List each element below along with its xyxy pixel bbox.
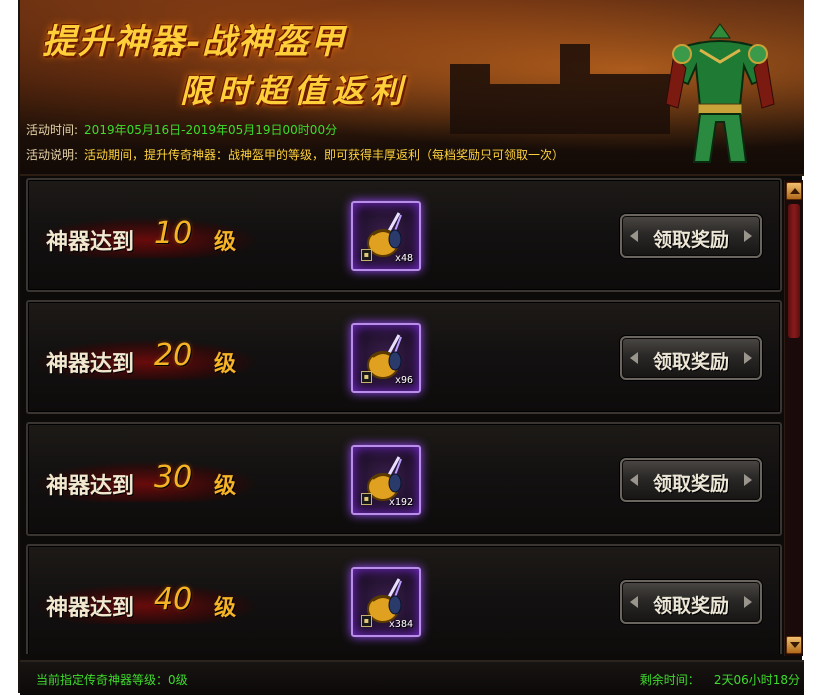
castle-silhouette: [560, 44, 590, 134]
tier-level-number: 30: [154, 460, 193, 495]
tier-level-number: 40: [154, 582, 193, 617]
tier-requirement: 神器达到 30 级: [36, 460, 256, 502]
remaining-time: 剩余时间： 2天06小时18分: [640, 671, 800, 688]
war-god-armor-icon: [660, 18, 780, 168]
castle-silhouette: [450, 64, 490, 134]
item-count: x48: [394, 253, 413, 264]
castle-silhouette: [590, 74, 670, 134]
current-artifact-level: 当前指定传奇神器等级：0级: [36, 673, 188, 687]
claim-reward-button[interactable]: 领取奖励: [620, 214, 762, 258]
tier-prefix: 神器达到: [46, 352, 135, 377]
reward-item-slot[interactable]: ▪ x48: [351, 201, 421, 271]
claim-reward-button[interactable]: 领取奖励: [620, 336, 762, 380]
lock-icon: ▪: [361, 249, 372, 261]
tier-level-unit: 级: [214, 474, 237, 499]
status-footer: 当前指定传奇神器等级：0级 剩余时间： 2天06小时18分: [20, 660, 804, 695]
remaining-time-label: 剩余时间：: [639, 673, 700, 687]
event-panel: 提升神器-战神盔甲 限时超值返利 活动时间: 2019年05月16日-2019年0…: [18, 0, 804, 695]
item-count: x192: [388, 497, 413, 508]
claim-reward-label: 领取奖励: [652, 473, 729, 495]
tier-prefix: 神器达到: [46, 474, 135, 499]
lock-icon: ▪: [361, 493, 372, 505]
tier-requirement: 神器达到 10 级: [36, 216, 256, 258]
lock-icon: ▪: [361, 371, 372, 383]
reward-item-slot[interactable]: ▪ x96: [351, 323, 421, 393]
item-count: x96: [394, 375, 413, 386]
tier-requirement: 神器达到 40 级: [36, 582, 256, 624]
scroll-up-arrow-icon[interactable]: [786, 182, 802, 200]
button-ornament-right: [744, 352, 752, 364]
button-ornament-right: [744, 474, 752, 486]
claim-reward-label: 领取奖励: [652, 595, 729, 617]
castle-silhouette: [490, 84, 560, 134]
tier-level-unit: 级: [214, 352, 237, 377]
lock-icon: ▪: [361, 615, 372, 627]
event-desc-row: 活动说明: 活动期间，提升传奇神器：战神盔甲的等级，即可获得丰厚返利（每档奖励只可…: [26, 146, 564, 163]
tier-level-unit: 级: [214, 230, 237, 255]
tier-level-number: 20: [154, 338, 193, 373]
event-time-value: 2019年05月16日-2019年05月19日00时00分: [84, 123, 338, 137]
claim-reward-button[interactable]: 领取奖励: [620, 580, 762, 624]
event-time-row: 活动时间: 2019年05月16日-2019年05月19日00时00分: [26, 121, 337, 138]
reward-tier-row: 神器达到 20 级 ▪ x96 领取奖励: [26, 300, 782, 414]
event-desc-label: 活动说明:: [26, 148, 79, 162]
scroll-down-arrow-icon[interactable]: [786, 636, 802, 654]
claim-reward-label: 领取奖励: [652, 229, 729, 251]
reward-tier-row: 神器达到 40 级 ▪ x384 领取奖励: [26, 544, 782, 654]
list-scrollbar[interactable]: [784, 180, 803, 656]
event-time-label: 活动时间:: [26, 123, 79, 137]
button-ornament-right: [744, 596, 752, 608]
remaining-time-value: 2天06小时18分: [713, 673, 800, 687]
event-banner: 提升神器-战神盔甲 限时超值返利 活动时间: 2019年05月16日-2019年0…: [20, 0, 804, 176]
tier-level-number: 10: [154, 216, 193, 251]
reward-tier-row: 神器达到 30 级 ▪ x192 领取奖励: [26, 422, 782, 536]
tier-prefix: 神器达到: [46, 230, 135, 255]
event-desc-value: 活动期间，提升传奇神器：战神盔甲的等级，即可获得丰厚返利（每档奖励只可领取一次）: [84, 148, 565, 162]
item-count: x384: [388, 619, 413, 630]
reward-item-slot[interactable]: ▪ x192: [351, 445, 421, 515]
scroll-thumb[interactable]: [788, 204, 800, 338]
reward-item-slot[interactable]: ▪ x384: [351, 567, 421, 637]
button-ornament-right: [744, 230, 752, 242]
tier-prefix: 神器达到: [46, 596, 135, 621]
claim-reward-button[interactable]: 领取奖励: [620, 458, 762, 502]
reward-tier-list[interactable]: 神器达到 10 级 ▪ x48 领取奖励 神器达到 20 级 ▪ x96 领取奖…: [26, 178, 782, 654]
banner-subtitle: 限时超值返利: [180, 72, 409, 110]
tier-level-unit: 级: [214, 596, 237, 621]
claim-reward-label: 领取奖励: [652, 351, 729, 373]
banner-title: 提升神器-战神盔甲: [42, 22, 347, 62]
reward-tier-row: 神器达到 10 级 ▪ x48 领取奖励: [26, 178, 782, 292]
tier-requirement: 神器达到 20 级: [36, 338, 256, 380]
